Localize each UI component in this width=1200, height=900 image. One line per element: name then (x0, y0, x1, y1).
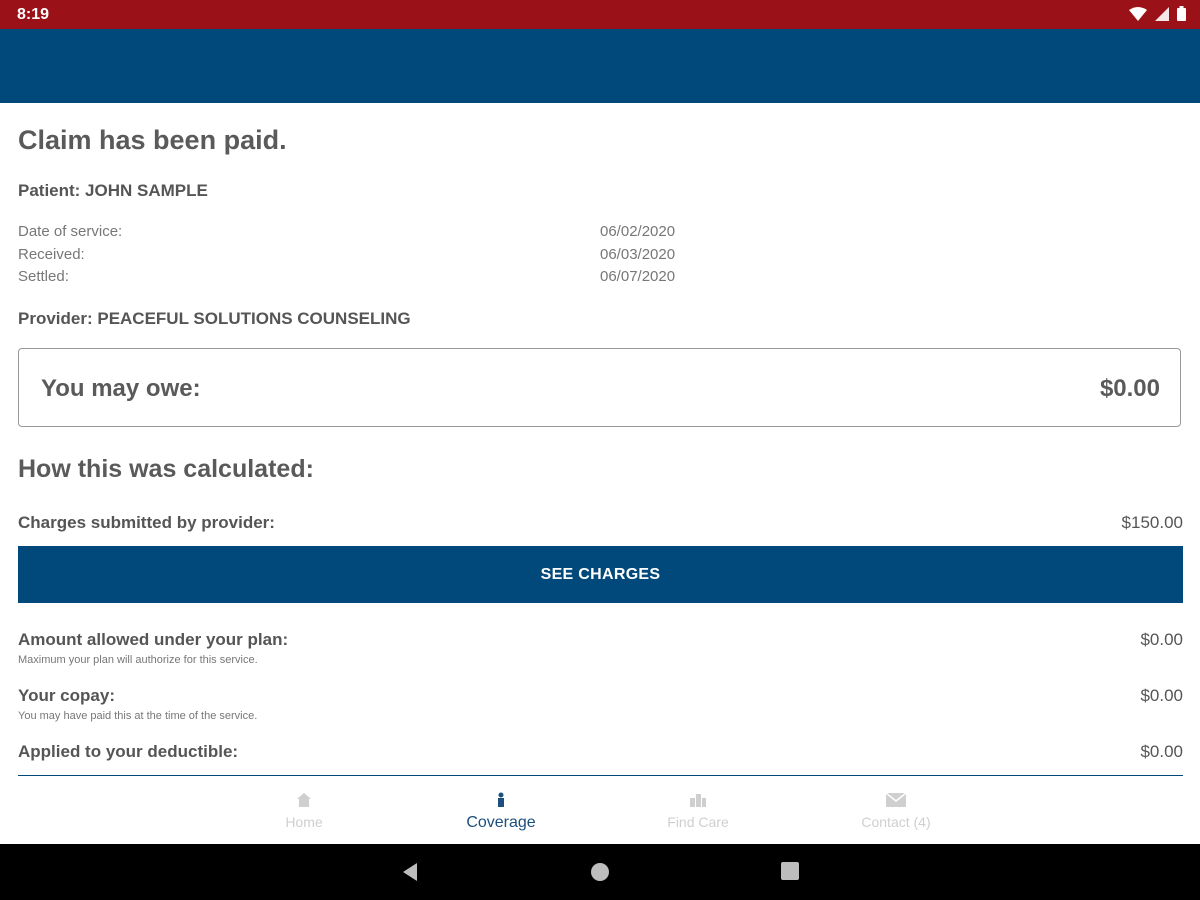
back-icon[interactable] (401, 862, 419, 882)
copay-label: Your copay: (18, 686, 115, 705)
home-button-icon[interactable] (590, 862, 610, 882)
copay-description: You may have paid this at the time of th… (18, 710, 258, 722)
date-label: Settled: (18, 268, 69, 285)
date-row: Received: 06/03/2020 (18, 246, 718, 269)
nav-contact[interactable]: Contact (4) (826, 792, 966, 830)
deductible-label: Applied to your deductible: (18, 742, 239, 761)
recents-icon[interactable] (781, 862, 799, 880)
allowed-description: Maximum your plan will authorize for thi… (18, 654, 258, 666)
allowed-label: Amount allowed under your plan: (18, 630, 289, 649)
status-icons (1129, 6, 1186, 21)
copay-value: $0.00 (1140, 686, 1183, 705)
nav-contact-label: Contact (4) (861, 814, 931, 830)
status-time: 8:19 (17, 6, 50, 23)
patient-name: Patient: JOHN SAMPLE (18, 181, 208, 200)
date-value: 06/07/2020 (600, 268, 676, 285)
system-navigation-bar (0, 844, 1200, 900)
nav-home-label: Home (285, 814, 323, 830)
provider-name: Provider: PEACEFUL SOLUTIONS COUNSELING (18, 309, 411, 328)
see-charges-button[interactable]: SEE CHARGES (18, 546, 1183, 603)
status-bar: 8:19 (0, 0, 1200, 29)
coverage-icon (431, 792, 571, 814)
calculation-heading: How this was calculated: (18, 455, 314, 483)
date-label: Date of service: (18, 223, 123, 240)
home-icon (234, 792, 374, 814)
claim-dates: Date of service: 06/02/2020 Received: 06… (18, 223, 718, 291)
allowed-value: $0.00 (1140, 630, 1183, 649)
nav-home[interactable]: Home (234, 792, 374, 830)
amount-owed-value: $0.00 (1099, 375, 1160, 402)
date-value: 06/02/2020 (600, 223, 676, 240)
date-value: 06/03/2020 (600, 245, 676, 263)
amount-owed-label: You may owe: (41, 375, 201, 402)
date-row: Date of service: 06/02/2020 (18, 223, 718, 246)
date-label: Received: (18, 245, 85, 263)
find-care-icon (628, 792, 768, 814)
claim-status-title: Claim has been paid. (18, 125, 287, 155)
nav-coverage[interactable]: Coverage (431, 792, 571, 832)
mail-icon (826, 792, 966, 814)
bottom-navigation: Home Coverage Find Care Contact (4) (0, 776, 1200, 844)
charges-label: Charges submitted by provider: (18, 513, 275, 532)
nav-find-care-label: Find Care (667, 814, 729, 830)
amount-owed-card: You may owe: $0.00 (18, 348, 1181, 427)
signal-icon (1155, 6, 1169, 21)
wifi-icon (1129, 6, 1147, 21)
app-bar (0, 29, 1200, 103)
deductible-value: $0.00 (1140, 742, 1183, 761)
battery-icon (1177, 6, 1186, 21)
nav-coverage-label: Coverage (466, 814, 536, 831)
nav-find-care[interactable]: Find Care (628, 792, 768, 830)
date-row: Settled: 06/07/2020 (18, 268, 718, 291)
charges-value: $150.00 (1121, 513, 1183, 532)
